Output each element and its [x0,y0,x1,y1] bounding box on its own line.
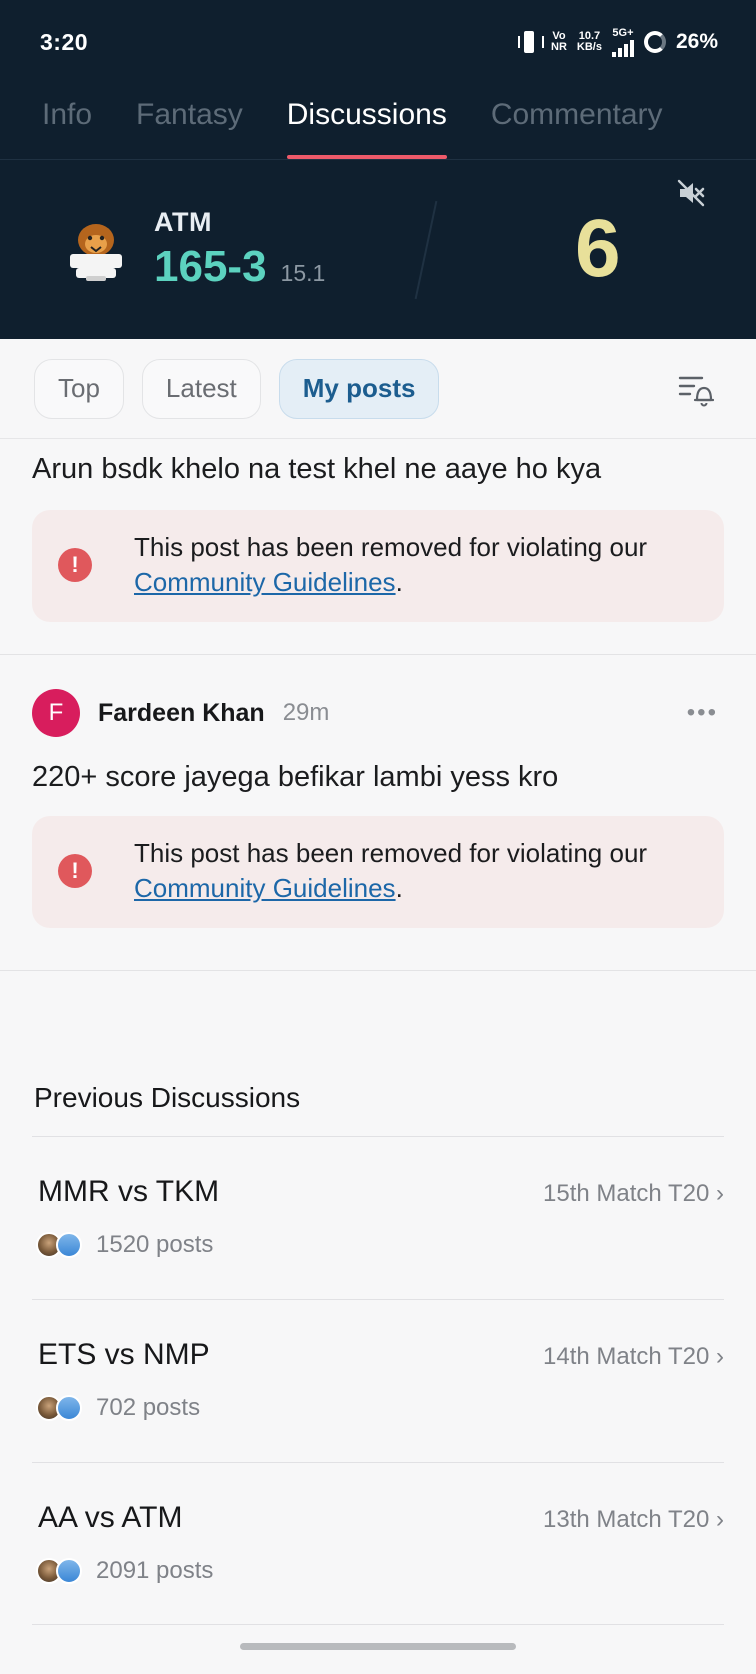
last-ball-result: 6 [575,203,621,294]
tab-fantasy[interactable]: Fantasy [136,84,243,159]
match-label: 13th Match T20 › [543,1506,724,1533]
posts-row: 2091 posts [36,1557,213,1585]
status-time: 3:20 [40,28,89,55]
score-divider [414,200,438,300]
avatar[interactable]: F [32,689,80,737]
status-bar: 3:20 Vo NR 10.7 KB/s 5G+ 26% [0,0,756,84]
post-time: 29m [282,699,330,726]
mute-icon[interactable] [676,178,706,208]
discussions-screen: 3:20 Vo NR 10.7 KB/s 5G+ 26% Info Fantas… [0,0,756,1674]
signal-icon [611,39,634,57]
network-speed: 10.7 KB/s [577,31,602,53]
participant-avatar [56,1395,82,1421]
previous-discussion-item[interactable]: ETS vs NMP 14th Match T20 › 702 posts [32,1299,724,1462]
filter-my-posts[interactable]: My posts [278,358,440,419]
battery-percent: 26% [675,30,718,53]
posts-row: 702 posts [36,1394,200,1422]
removed-notice: ! This post has been removed for violati… [32,816,724,928]
notification-settings-icon[interactable] [678,373,714,407]
tiger-logo-icon [70,223,122,281]
removed-prefix: This post has been removed for violating… [134,532,648,562]
author-name[interactable]: Fardeen Khan [98,699,265,728]
previous-discussions-title: Previous Discussions [34,1082,301,1113]
more-options-icon[interactable]: ••• [687,699,718,727]
volte-bottom: NR [551,41,567,53]
previous-discussion-item[interactable]: MMR vs TKM 15th Match T20 › 1520 posts [32,1136,724,1299]
participant-avatar [56,1232,82,1258]
posts-count: 2091 posts [96,1557,214,1584]
post-text: Arun bsdk khelo na test khel ne aaye ho … [32,453,602,485]
score-card[interactable]: ATM 165-3 15.1 6 [0,160,756,339]
match-label: 14th Match T20 › [543,1343,724,1370]
post-item: Arun bsdk khelo na test khel ne aaye ho … [0,439,756,654]
vibrate-icon [517,31,545,53]
removed-message: This post has been removed for violating… [134,836,647,906]
team-name: ATM [154,207,212,237]
tab-commentary[interactable]: Commentary [491,84,663,159]
network-label: 5G+ [612,26,634,39]
community-guidelines-link[interactable]: Community Guidelines [134,567,396,597]
overs: 15.1 [280,260,326,286]
filter-row: Top Latest My posts [0,339,756,439]
tab-discussions[interactable]: Discussions [286,84,447,159]
volte-indicator: Vo NR [551,31,567,53]
posts-count: 1520 posts [96,1231,214,1258]
post-author-row: F Fardeen Khan 29m ••• [32,685,724,741]
removed-notice: ! This post has been removed for violati… [32,510,724,622]
community-guidelines-link[interactable]: Community Guidelines [134,873,396,903]
removed-prefix: This post has been removed for violating… [134,838,648,868]
post-text: 220+ score jayega befikar lambi yess kro [32,761,559,793]
home-indicator[interactable] [240,1643,516,1650]
speed-unit: KB/s [576,41,602,53]
removed-message: This post has been removed for violating… [134,530,647,600]
runs-wickets: 165-3 [154,242,267,291]
match-label: 15th Match T20 › [543,1180,724,1207]
participant-avatar [56,1558,82,1584]
discussion-name: AA vs ATM [38,1501,183,1534]
header: 3:20 Vo NR 10.7 KB/s 5G+ 26% Info Fantas… [0,0,756,339]
previous-discussion-item[interactable]: AA vs ATM 13th Match T20 › 2091 posts [32,1462,724,1625]
filter-latest[interactable]: Latest [141,358,261,419]
score-info: ATM 165-3 15.1 [154,207,325,292]
warning-icon: ! [58,854,92,888]
posts-count: 702 posts [96,1394,201,1421]
network-type: 5G+ [611,26,634,57]
runs-row: 165-3 15.1 [154,242,325,292]
filter-top[interactable]: Top [34,358,124,419]
discussion-name: ETS vs NMP [38,1338,210,1371]
removed-suffix: . [395,567,403,597]
team-logo [64,218,128,282]
warning-icon: ! [58,548,92,582]
battery-icon [643,31,666,53]
discussion-name: MMR vs TKM [38,1175,220,1208]
removed-suffix: . [395,873,403,903]
status-icons: Vo NR 10.7 KB/s 5G+ 26% [517,26,718,57]
tab-bar: Info Fantasy Discussions Commentary [0,84,756,160]
tab-info[interactable]: Info [42,84,92,159]
previous-discussions-list: MMR vs TKM 15th Match T20 › 1520 posts E… [32,1136,724,1625]
posts-row: 1520 posts [36,1231,213,1259]
post-item: F Fardeen Khan 29m ••• 220+ score jayega… [0,655,756,970]
